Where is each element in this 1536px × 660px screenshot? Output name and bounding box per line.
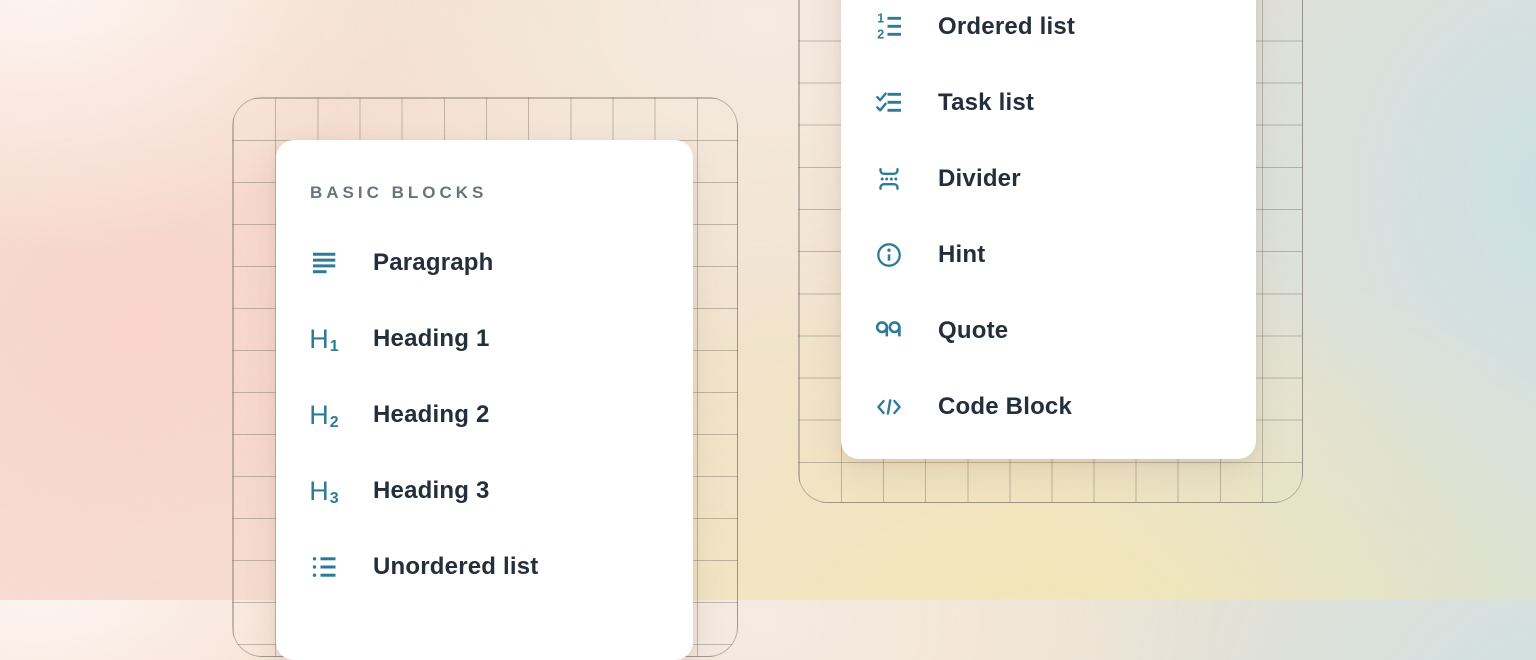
basic-blocks-menu: BASIC BLOCKS Paragraph H1 Heading 1 H2 H… — [276, 140, 693, 660]
menu-item-label: Heading 1 — [373, 325, 490, 353]
menu-item-label: Unordered list — [373, 553, 539, 581]
menu-item-heading-3[interactable]: H3 Heading 3 — [310, 453, 663, 529]
code-block-icon — [875, 393, 903, 421]
blocks-menu-continued: 1 2 Ordered list Task list — [841, 0, 1256, 459]
menu-item-label: Heading 3 — [373, 477, 490, 505]
svg-text:2: 2 — [877, 28, 884, 41]
menu-item-label: Ordered list — [938, 13, 1075, 41]
ordered-list-icon: 1 2 — [875, 13, 903, 41]
quote-icon — [875, 317, 903, 345]
menu-item-heading-1[interactable]: H1 Heading 1 — [310, 301, 663, 377]
svg-text:1: 1 — [877, 13, 884, 26]
heading-1-icon: H1 — [310, 325, 338, 353]
menu-item-label: Hint — [938, 241, 985, 269]
menu-item-label: Code Block — [938, 393, 1072, 421]
section-label-basic-blocks: BASIC BLOCKS — [310, 178, 663, 208]
menu-item-task-list[interactable]: Task list — [875, 65, 1226, 141]
heading-2-icon: H2 — [310, 401, 338, 429]
hint-icon — [875, 241, 903, 269]
basic-blocks-items: Paragraph H1 Heading 1 H2 Heading 2 H3 H… — [310, 225, 663, 605]
menu-item-paragraph[interactable]: Paragraph — [310, 225, 663, 301]
menu-item-label: Divider — [938, 165, 1021, 193]
menu-item-divider[interactable]: Divider — [875, 141, 1226, 217]
blocks-items: 1 2 Ordered list Task list — [875, 0, 1226, 445]
menu-item-label: Paragraph — [373, 249, 494, 277]
heading-3-icon: H3 — [310, 477, 338, 505]
task-list-icon — [875, 89, 903, 117]
paragraph-icon — [310, 249, 338, 277]
menu-item-ordered-list[interactable]: 1 2 Ordered list — [875, 0, 1226, 65]
menu-item-label: Quote — [938, 317, 1008, 345]
menu-item-code-block[interactable]: Code Block — [875, 369, 1226, 445]
menu-item-unordered-list[interactable]: Unordered list — [310, 529, 663, 605]
divider-icon — [875, 165, 903, 193]
menu-item-quote[interactable]: Quote — [875, 293, 1226, 369]
menu-item-heading-2[interactable]: H2 Heading 2 — [310, 377, 663, 453]
unordered-list-icon — [310, 553, 338, 581]
menu-item-label: Task list — [938, 89, 1034, 117]
menu-item-hint[interactable]: Hint — [875, 217, 1226, 293]
menu-item-label: Heading 2 — [373, 401, 490, 429]
